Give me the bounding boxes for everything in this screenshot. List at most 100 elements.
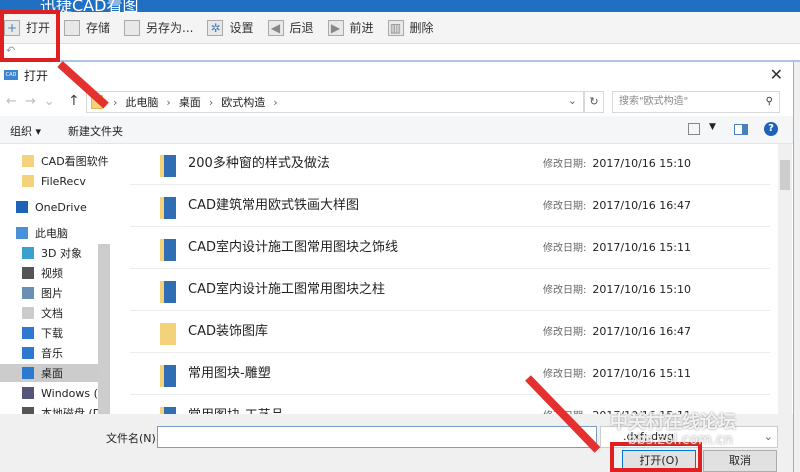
date-label: 修改日期: — [543, 285, 587, 296]
date-value: 2017/10/16 16:47 — [592, 325, 691, 338]
sidebar-item[interactable]: 本地磁盘 (D: — [22, 404, 105, 414]
cad-file-icon — [160, 155, 176, 177]
sidebar-item[interactable]: 视频 — [22, 264, 63, 282]
organize-menu[interactable]: 组织 ▾ — [10, 123, 41, 139]
sidebar-item[interactable]: 此电脑 — [16, 224, 68, 242]
app-title-bar: 迅捷CAD看图 — [0, 0, 800, 12]
label: 存储 — [86, 21, 111, 35]
up-arrow-icon[interactable]: ↑ — [68, 93, 80, 109]
cancel-button[interactable]: 取消 — [703, 450, 777, 472]
filename-label: 文件名(N): — [106, 432, 160, 445]
file-name: 200多种窗的样式及做法 — [188, 156, 330, 171]
search-input[interactable]: 搜索"欧式构造" ⚲ — [612, 91, 780, 113]
date-value: 2017/10/16 15:10 — [592, 283, 691, 296]
file-row[interactable]: 200多种窗的样式及做法 修改日期: 2017/10/16 15:10 — [130, 144, 770, 185]
forward-button[interactable]: ▶ 前进 — [327, 19, 374, 36]
back-forward-icons[interactable]: ←→⌄ — [6, 94, 63, 109]
sidebar-item-icon — [22, 175, 34, 187]
sidebar-item-label: 音乐 — [41, 347, 63, 360]
label: 删除 — [409, 21, 434, 35]
dialog-title: 打开 — [24, 68, 49, 83]
sidebar-item[interactable]: 桌面 — [0, 364, 98, 382]
file-date: 修改日期: 2017/10/16 16:47 — [543, 197, 691, 212]
sidebar-item-icon — [16, 201, 28, 213]
command-bar: 组织 ▾ 新建文件夹 ▼ ? — [0, 116, 793, 144]
address-bar[interactable]: › 此电脑 › 桌面 › 欧式构造 › ⌄ — [86, 91, 584, 113]
date-value: 2017/10/16 15:11 — [592, 367, 691, 380]
file-list-scrollbar[interactable] — [778, 144, 792, 414]
sidebar-item-label: 图片 — [41, 287, 63, 300]
sidebar-item-label: 此电脑 — [35, 227, 68, 240]
cad-file-icon — [160, 281, 176, 303]
label: 另存为... — [146, 21, 194, 35]
file-date: 修改日期: 2017/10/16 15:10 — [543, 155, 691, 170]
sidebar-item-label: CAD看图软件 — [41, 155, 109, 168]
date-label: 修改日期: — [543, 159, 587, 170]
dialog-title-bar: CAD 打开 ✕ — [0, 62, 793, 88]
sidebar-item-icon — [22, 327, 34, 339]
close-icon[interactable]: ✕ — [770, 65, 783, 84]
sidebar-item-icon — [22, 347, 34, 359]
sidebar-item[interactable]: FileRecv — [22, 172, 86, 190]
folder-icon — [160, 323, 176, 345]
breadcrumb-item[interactable]: 桌面 — [179, 94, 201, 110]
save-icon — [64, 19, 81, 36]
date-label: 修改日期: — [543, 369, 587, 380]
sidebar-item[interactable]: 下载 — [22, 324, 63, 342]
file-name: CAD建筑常用欧式铁画大样图 — [188, 198, 359, 213]
sidebar-item-icon — [22, 267, 34, 279]
sidebar-item-icon — [22, 155, 34, 167]
scrollbar-thumb[interactable] — [780, 160, 790, 190]
sidebar-item[interactable]: CAD看图软件 — [22, 152, 109, 170]
file-row[interactable]: CAD室内设计施工图常用图块之饰线 修改日期: 2017/10/16 15:11 — [130, 227, 770, 269]
file-row[interactable]: CAD建筑常用欧式铁画大样图 修改日期: 2017/10/16 16:47 — [130, 185, 770, 227]
sidebar-item[interactable]: OneDrive — [16, 198, 87, 216]
refresh-icon[interactable]: ↻ — [584, 91, 604, 113]
sidebar-item-label: 本地磁盘 (D: — [41, 407, 105, 414]
chevron-down-icon[interactable]: ⌄ — [568, 94, 577, 107]
sidebar-item-icon — [22, 287, 34, 299]
sidebar-item-label: 文档 — [41, 307, 63, 320]
watermark-url: bbs.zol.com.cn — [628, 432, 733, 448]
file-row[interactable]: CAD装饰图库 修改日期: 2017/10/16 16:47 — [130, 311, 770, 353]
preview-pane-icon[interactable] — [734, 124, 748, 135]
settings-button[interactable]: ✲ 设置 — [207, 19, 254, 36]
file-row[interactable]: CAD室内设计施工图常用图块之柱 修改日期: 2017/10/16 15:10 — [130, 269, 770, 311]
new-folder-button[interactable]: 新建文件夹 — [68, 123, 123, 139]
label: 前进 — [349, 21, 374, 35]
sidebar-item-icon — [22, 307, 34, 319]
sidebar-item-label: Windows (C — [41, 386, 106, 400]
file-row[interactable]: 常用图块-雕塑 修改日期: 2017/10/16 15:11 — [130, 353, 770, 395]
sidebar-item-icon — [22, 247, 34, 259]
file-date: 修改日期: 2017/10/16 15:10 — [543, 281, 691, 296]
chevron-down-icon: ⌄ — [763, 430, 773, 443]
date-value: 2017/10/16 16:47 — [592, 199, 691, 212]
caret-down-icon[interactable]: ▼ — [709, 122, 716, 132]
file-name: CAD室内设计施工图常用图块之饰线 — [188, 240, 398, 255]
cad-logo-icon: CAD — [4, 70, 18, 80]
delete-button[interactable]: ▥ 删除 — [387, 19, 434, 36]
search-icon: ⚲ — [765, 96, 773, 107]
help-icon[interactable]: ? — [764, 122, 778, 136]
sidebar-item-label: 3D 对象 — [41, 247, 82, 260]
sidebar-item-label: 桌面 — [41, 367, 63, 380]
sidebar-item[interactable]: 图片 — [22, 284, 63, 302]
file-name: 常用图块-雕塑 — [188, 366, 271, 381]
filename-input[interactable] — [157, 426, 597, 448]
save-as-button[interactable]: 另存为... — [124, 19, 193, 36]
back-button[interactable]: ◀ 后退 — [267, 19, 314, 36]
save-button[interactable]: 存储 — [64, 19, 110, 36]
toolbar: + 打开 存储 另存为... ✲ 设置 ◀ 后退 ▶ 前进 ▥ 删除 — [0, 12, 800, 44]
file-name: 常用图块-工艺品 — [188, 404, 284, 414]
sidebar-scrollbar[interactable] — [98, 244, 110, 414]
breadcrumb-item[interactable]: 欧式构造 — [221, 94, 265, 110]
breadcrumb-item[interactable]: 此电脑 — [125, 94, 158, 110]
file-list: 200多种窗的样式及做法 修改日期: 2017/10/16 15:10 CAD建筑常用… — [130, 144, 778, 414]
view-options-icon[interactable] — [688, 123, 700, 135]
sidebar-item[interactable]: 音乐 — [22, 344, 63, 362]
sidebar-item-icon — [22, 387, 34, 399]
label: 后退 — [289, 21, 314, 35]
sidebar-item[interactable]: 文档 — [22, 304, 63, 322]
sidebar-item[interactable]: 3D 对象 — [22, 244, 82, 262]
sidebar-item[interactable]: Windows (C — [22, 384, 106, 402]
